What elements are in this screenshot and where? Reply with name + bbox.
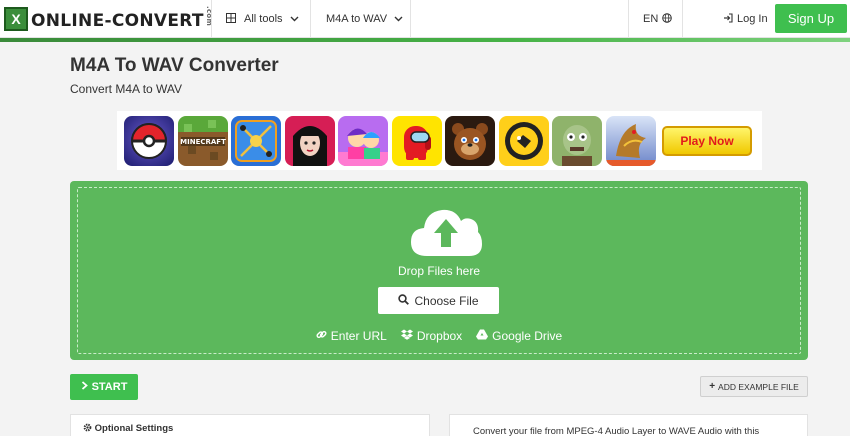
header-divider [410,0,411,38]
globe-icon [662,12,673,26]
language-label: EN [643,13,659,25]
choose-file-button[interactable]: Choose File [378,287,499,314]
google-drive-label: Google Drive [492,329,563,343]
ad-tile-pokeball-icon[interactable] [124,115,174,166]
search-icon [398,293,410,308]
add-example-file-label: ADD EXAMPLE FILE [718,381,799,392]
choose-file-label: Choose File [414,293,479,308]
dropbox-icon [400,329,413,343]
login-link[interactable]: Log In [723,0,768,38]
all-tools-menu[interactable]: All tools [226,0,299,38]
description-text: Convert your file from MPEG-4 Audio Laye… [473,426,760,436]
optional-settings-label: Optional Settings [94,423,174,434]
language-selector[interactable]: EN [643,0,673,38]
optional-settings-panel: Optional Settings [70,414,430,436]
plus-icon: + [709,381,716,392]
signup-button[interactable]: Sign Up [775,4,847,33]
file-drop-zone[interactable]: Drop Files here Choose File Enter URL Dr… [70,181,808,360]
logo-text: ONLINE-CONVERT.com [31,6,213,31]
ad-tile-brawl-stars-icon[interactable] [498,115,549,166]
enter-url-label: Enter URL [330,329,387,343]
ad-banner[interactable]: MINECRAFT Play Now [117,111,762,170]
svg-text:MINECRAFT: MINECRAFT [180,138,226,146]
header-divider [211,0,212,38]
play-now-button[interactable]: Play Now [662,125,752,156]
chevron-right-icon [81,381,88,393]
start-label: START [91,381,128,393]
header-accent-bar [0,38,850,42]
sign-in-icon [723,12,733,26]
upload-sources: Enter URL Dropbox Google Drive [78,329,800,343]
start-button[interactable]: START [70,374,138,400]
ad-tile-zombie-icon[interactable] [552,115,602,166]
top-header: X ONLINE-CONVERT.com All tools M4A to WA… [0,0,850,38]
dropbox-label: Dropbox [416,329,463,343]
ad-tile-dragon-icon[interactable] [605,115,656,166]
page-subtitle: Convert M4A to WAV [70,82,183,96]
google-drive-icon [476,329,489,343]
logo-mark-icon: X [4,7,28,31]
logo-name: ONLINE-CONVERT [31,11,204,32]
login-label: Log In [737,13,768,25]
ad-tile-pk-girl-icon[interactable] [338,115,388,166]
header-divider [628,0,629,38]
ad-tile-vampire-girl-icon[interactable] [284,115,335,166]
header-divider [682,0,683,38]
header-divider [310,0,311,38]
ad-tile-among-us-icon[interactable] [391,115,442,166]
ad-tile-cue-ball-icon[interactable] [231,115,281,166]
description-panel: Convert your file from MPEG-4 Audio Laye… [449,414,808,436]
site-logo[interactable]: X ONLINE-CONVERT.com [4,6,213,32]
ad-tile-freddy-icon[interactable] [445,115,495,166]
ad-tile-minecraft-icon[interactable]: MINECRAFT [177,115,228,166]
dropbox-link[interactable]: Dropbox [400,329,463,343]
page-title: M4A To WAV Converter [70,55,279,76]
drop-zone-dashed-border: Drop Files here Choose File Enter URL Dr… [77,187,801,354]
chevron-down-icon [394,14,403,24]
enter-url-link[interactable]: Enter URL [316,329,387,343]
converter-menu[interactable]: M4A to WAV [326,0,403,38]
all-tools-label: All tools [244,13,283,25]
converter-label: M4A to WAV [326,13,388,25]
cloud-upload-icon [409,206,483,258]
gear-icon [83,423,95,434]
drop-files-text: Drop Files here [397,264,481,278]
link-icon [316,329,327,343]
grid-icon [226,12,236,26]
add-example-file-button[interactable]: + ADD EXAMPLE FILE [700,376,808,397]
chevron-down-icon [290,14,299,24]
google-drive-link[interactable]: Google Drive [476,329,562,343]
optional-settings-header[interactable]: Optional Settings [83,423,173,434]
